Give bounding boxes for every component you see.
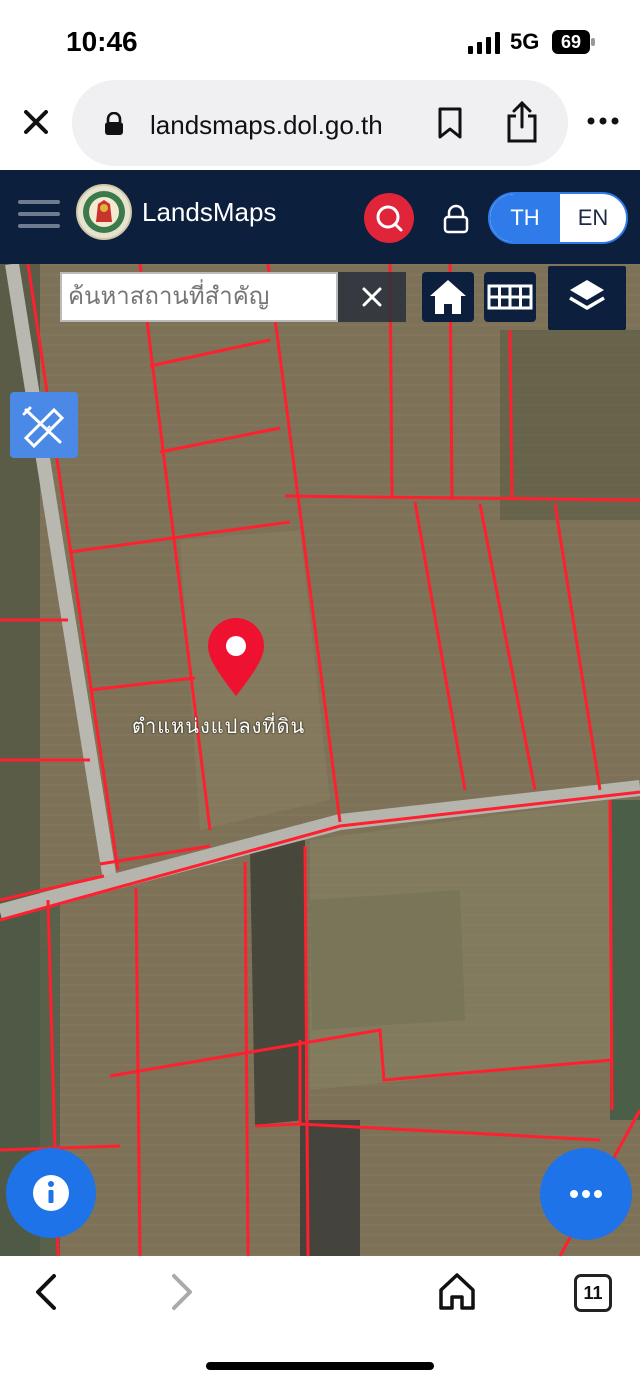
measure-icon (22, 406, 65, 449)
layers-button[interactable] (548, 266, 626, 330)
tabs-button[interactable]: 11 (574, 1274, 612, 1312)
lang-th-button[interactable]: TH (490, 194, 560, 242)
grid-icon (487, 284, 533, 310)
place-search-field[interactable] (60, 272, 338, 322)
back-icon[interactable] (28, 1272, 64, 1312)
grid-toggle-button[interactable] (484, 272, 536, 322)
signal-icon (468, 32, 500, 54)
battery-icon: 69 (552, 30, 596, 54)
lang-en-button[interactable]: EN (560, 194, 626, 242)
url-text[interactable]: landsmaps.dol.go.th (150, 110, 383, 141)
search-clear-button[interactable] (338, 272, 406, 322)
info-button[interactable] (6, 1148, 96, 1238)
more-icon[interactable] (586, 114, 620, 128)
search-icon (376, 205, 403, 232)
info-icon (33, 1175, 69, 1211)
lock-icon (105, 112, 123, 135)
home-button[interactable] (422, 272, 474, 322)
ellipsis-icon (570, 1190, 602, 1198)
satellite-map[interactable] (0, 264, 640, 1256)
network-type: 5G (510, 29, 540, 54)
close-icon (362, 287, 382, 307)
close-icon[interactable] (18, 104, 54, 140)
login-lock-icon[interactable] (440, 204, 472, 234)
forward-icon[interactable] (164, 1272, 200, 1312)
home-indicator (206, 1362, 434, 1370)
battery-level: 69 (560, 32, 582, 52)
place-search-input[interactable] (62, 274, 336, 320)
home-nav-icon[interactable] (436, 1270, 478, 1312)
layers-icon (569, 280, 605, 310)
map-view[interactable] (0, 264, 640, 1256)
share-icon[interactable] (504, 100, 540, 144)
parcel-label: ตำแหน่งแปลงที่ดิน (132, 716, 306, 738)
department-logo[interactable] (76, 184, 132, 240)
search-button[interactable] (364, 193, 414, 243)
home-icon (430, 280, 466, 314)
brand-name: LandsMaps (142, 197, 277, 227)
more-options-button[interactable] (540, 1148, 632, 1240)
measure-tool-button[interactable] (10, 392, 78, 458)
language-toggle[interactable]: TH EN (488, 192, 628, 244)
status-time: 10:46 (66, 26, 138, 57)
hamburger-icon[interactable] (18, 196, 60, 232)
bookmark-icon[interactable] (436, 106, 464, 140)
